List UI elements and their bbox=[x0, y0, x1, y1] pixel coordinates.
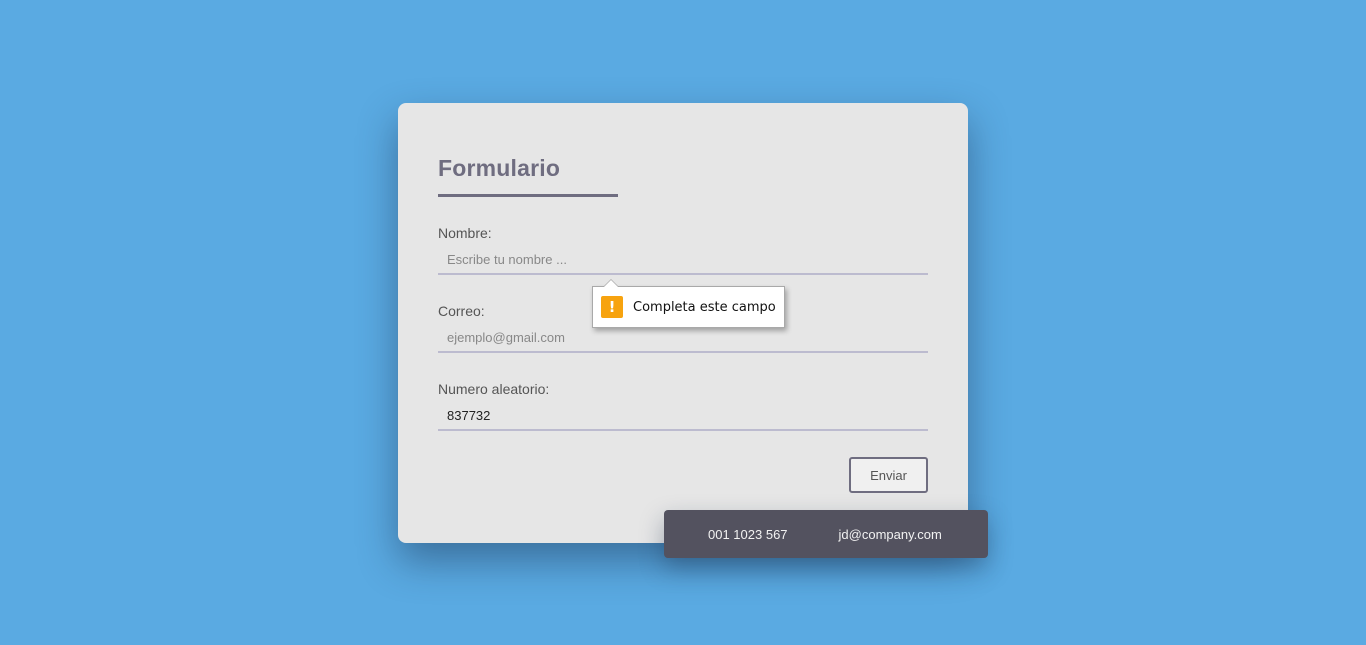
name-input[interactable] bbox=[438, 245, 928, 275]
name-field-group: Nombre: bbox=[438, 225, 928, 275]
random-number-label: Numero aleatorio: bbox=[438, 381, 550, 397]
validation-tooltip: ! Completa este campo bbox=[592, 279, 785, 328]
contact-phone: 001 1023 567 bbox=[708, 526, 788, 542]
random-number-field-group: Numero aleatorio: bbox=[438, 381, 928, 431]
name-label: Nombre: bbox=[438, 225, 492, 241]
title-underline bbox=[438, 194, 618, 197]
random-number-input[interactable] bbox=[438, 401, 928, 431]
validation-message: Completa este campo bbox=[633, 299, 776, 315]
contact-info-bar: 001 1023 567 jd@company.com bbox=[664, 510, 988, 558]
submit-button[interactable]: Enviar bbox=[849, 457, 928, 493]
button-row: Enviar bbox=[849, 457, 928, 493]
form-title: Formulario bbox=[438, 155, 561, 181]
contact-email: jd@company.com bbox=[838, 526, 942, 542]
warning-icon: ! bbox=[601, 296, 623, 318]
